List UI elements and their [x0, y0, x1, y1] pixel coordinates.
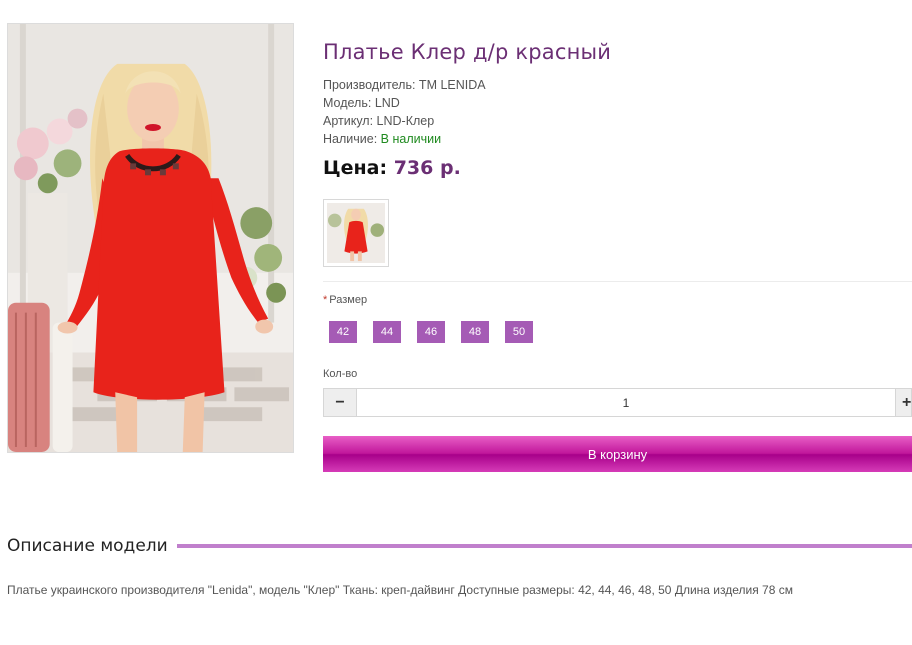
product-thumbnail[interactable]	[323, 199, 389, 267]
options-divider	[323, 281, 912, 282]
product-main-image[interactable]	[7, 23, 294, 453]
description-heading: Описание модели	[7, 536, 168, 556]
size-label: * Размер	[323, 294, 367, 306]
size-option-46[interactable]: 46	[417, 321, 445, 343]
availability: Наличие: В наличии	[323, 130, 912, 148]
price: Цена: 736 р.	[323, 157, 912, 179]
product-info: Платье Клер д/р красный Производитель: Т…	[323, 40, 912, 179]
thumbnail-photo	[327, 203, 385, 263]
sku: Артикул: LND-Клер	[323, 114, 435, 128]
manufacturer: Производитель: ТМ LENIDA	[323, 78, 486, 92]
product-title: Платье Клер д/р красный	[323, 40, 612, 64]
price-value: 736 р.	[393, 157, 461, 179]
availability-status: В наличии	[380, 132, 442, 146]
description-heading-line	[176, 544, 912, 548]
size-option-48[interactable]: 48	[461, 321, 489, 343]
availability-label: Наличие:	[323, 132, 378, 146]
size-option-42[interactable]: 42	[329, 321, 357, 343]
size-options: 42 44 46 48 50	[329, 321, 533, 343]
model: Модель: LND	[323, 96, 400, 110]
price-label: Цена:	[323, 157, 388, 179]
description-header: Описание модели	[7, 536, 912, 556]
quantity-minus-button[interactable]: −	[324, 389, 357, 416]
quantity-input[interactable]	[357, 389, 895, 416]
quantity-stepper: − +	[323, 388, 912, 417]
add-to-cart-button[interactable]: В корзину	[323, 436, 912, 472]
size-option-44[interactable]: 44	[373, 321, 401, 343]
quantity-plus-button[interactable]: +	[895, 389, 911, 416]
size-option-50[interactable]: 50	[505, 321, 533, 343]
required-mark: *	[323, 294, 328, 306]
description-text: Платье украинского производителя "Lenida…	[7, 583, 793, 597]
quantity-label: Кол-во	[323, 368, 358, 380]
size-label-text: Размер	[329, 294, 368, 306]
product-photo	[8, 24, 293, 452]
